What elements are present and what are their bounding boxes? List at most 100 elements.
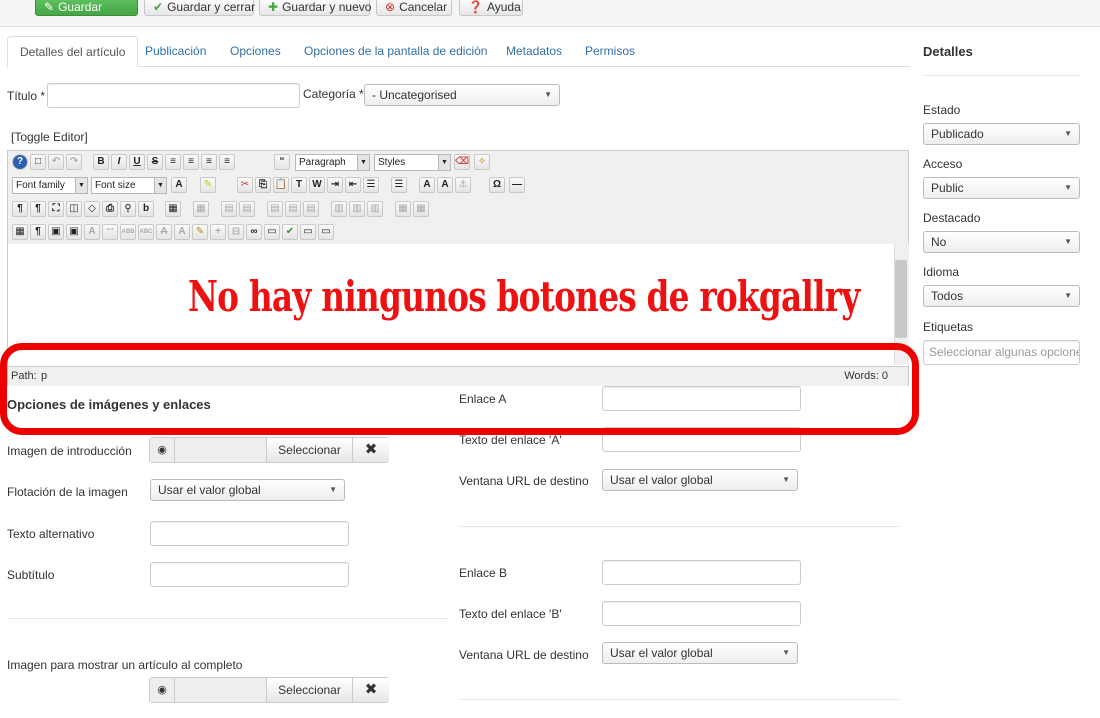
access-select[interactable]: Public ▼ (923, 177, 1080, 199)
paste-icon[interactable]: 📋 (273, 177, 289, 193)
full-image-clear-button[interactable]: ✖ (352, 678, 389, 702)
search-icon[interactable]: ⚲ (120, 201, 136, 217)
image-icon[interactable]: ▭ (264, 224, 280, 240)
row-delete-icon[interactable]: ▤ (303, 201, 319, 217)
tab-publishing[interactable]: Publicación (145, 36, 206, 66)
tab-metadata[interactable]: Metadatos (506, 36, 562, 66)
link-icon[interactable]: ∞ (246, 224, 262, 240)
col-after-icon[interactable]: ▥ (349, 201, 365, 217)
cite-icon[interactable]: “” (102, 224, 118, 240)
highlight-icon[interactable]: ✎ (200, 177, 216, 193)
category-select[interactable]: - Uncategorised ▼ (364, 84, 560, 106)
fullscreen-icon[interactable]: ⛶ (48, 201, 64, 217)
layer-icon[interactable]: ▣ (66, 224, 82, 240)
table-icon[interactable]: ▦ (165, 201, 181, 217)
media-icon[interactable]: ▭ (300, 224, 316, 240)
align-right-icon[interactable]: ≡ (201, 154, 217, 170)
subscript-icon[interactable]: A (419, 177, 435, 193)
table-delete-icon[interactable]: ▦ (193, 201, 209, 217)
superscript-icon[interactable]: A (437, 177, 453, 193)
show-blocks-icon[interactable]: ¶ (30, 224, 46, 240)
state-select[interactable]: Publicado ▼ (923, 123, 1080, 145)
tab-permissions[interactable]: Permisos (585, 36, 635, 66)
split-cells-icon[interactable]: ▦ (395, 201, 411, 217)
tab-article-details[interactable]: Detalles del artículo (7, 36, 139, 67)
tab-options[interactable]: Opciones (230, 36, 281, 66)
replace-icon[interactable]: b (138, 201, 154, 217)
readmore-icon[interactable]: ▭ (318, 224, 334, 240)
paste-text-icon[interactable]: T (291, 177, 307, 193)
link-a-target-select[interactable]: Usar el valor global ▼ (602, 469, 798, 491)
font-family-select[interactable]: Font family ▼ (12, 177, 88, 194)
acronym-icon[interactable]: ABC (138, 224, 154, 240)
toggle-editor-link[interactable]: [Toggle Editor] (11, 130, 88, 144)
alt-text-input[interactable] (150, 521, 349, 546)
format-select[interactable]: Paragraph ▼ (295, 154, 370, 171)
save-close-button[interactable]: ✔ Guardar y cerrar (144, 0, 255, 16)
visual-aid-icon[interactable]: ▦ (12, 224, 28, 240)
row-after-icon[interactable]: ▤ (285, 201, 301, 217)
intro-image-select-button[interactable]: Seleccionar (266, 438, 352, 462)
paste-word-icon[interactable]: W (309, 177, 325, 193)
table-row-props-icon[interactable]: ▤ (221, 201, 237, 217)
col-delete-icon[interactable]: ▥ (367, 201, 383, 217)
anchor-icon[interactable]: ⚓ (455, 177, 471, 193)
tab-edit-screen-options[interactable]: Opciones de la pantalla de edición (304, 36, 487, 66)
caption-input[interactable] (150, 562, 349, 587)
undo-icon[interactable]: ↶ (48, 154, 64, 170)
copy-icon[interactable]: ⎘ (255, 177, 271, 193)
source-code-icon[interactable]: ◇ (84, 201, 100, 217)
template-icon[interactable]: ▣ (48, 224, 64, 240)
styles-select[interactable]: Styles ▼ (374, 154, 451, 171)
bold-icon[interactable]: B (93, 154, 109, 170)
float-select[interactable]: Usar el valor global ▼ (150, 479, 345, 501)
title-input[interactable] (47, 83, 300, 108)
intro-image-clear-button[interactable]: ✖ (352, 438, 389, 462)
link-b-text-input[interactable] (602, 601, 801, 626)
italic-icon[interactable]: I (111, 154, 127, 170)
row-before-icon[interactable]: ▤ (267, 201, 283, 217)
eye-icon[interactable]: ◉ (150, 438, 175, 462)
font-size-select[interactable]: Font size ▼ (91, 177, 167, 194)
align-justify-icon[interactable]: ≡ (219, 154, 235, 170)
full-image-select-button[interactable]: Seleccionar (266, 678, 352, 702)
preview-icon[interactable]: ◫ (66, 201, 82, 217)
editor-scroll-thumb[interactable] (895, 260, 907, 338)
numbered-list-icon[interactable]: ☰ (363, 177, 379, 193)
merge-cells-icon[interactable]: ▦ (413, 201, 429, 217)
featured-select[interactable]: No ▼ (923, 231, 1080, 253)
print-icon[interactable]: ⎙ (102, 201, 118, 217)
nonbreaking-icon[interactable]: + (210, 224, 226, 240)
horizontal-rule-icon[interactable]: — (509, 177, 525, 193)
rtl-icon[interactable]: ¶ (30, 201, 46, 217)
blockquote-icon[interactable]: “ (274, 154, 290, 170)
ltr-icon[interactable]: ¶ (12, 201, 28, 217)
align-left-icon[interactable]: ≡ (165, 154, 181, 170)
delete-text-icon[interactable]: A (156, 224, 172, 240)
tags-input[interactable]: Seleccionar algunas opciones (923, 340, 1080, 365)
underline-icon[interactable]: U (129, 154, 145, 170)
spellcheck-icon[interactable]: ✔ (282, 224, 298, 240)
cleanup-icon[interactable]: ✧ (474, 154, 490, 170)
eye-icon[interactable]: ◉ (150, 678, 175, 702)
indent-icon[interactable]: ⇥ (327, 177, 343, 193)
col-before-icon[interactable]: ▥ (331, 201, 347, 217)
style-props-icon[interactable]: A (84, 224, 100, 240)
strikethrough-icon[interactable]: S (147, 154, 163, 170)
abbr-icon[interactable]: ABB (120, 224, 136, 240)
text-color-icon[interactable]: A (171, 177, 187, 193)
link-b-target-select[interactable]: Usar el valor global ▼ (602, 642, 798, 664)
table-cell-props-icon[interactable]: ▤ (239, 201, 255, 217)
new-document-icon[interactable]: □ (30, 154, 46, 170)
eraser-icon[interactable]: ⌫ (454, 154, 470, 170)
save-button[interactable]: ✎ Guardar (35, 0, 138, 16)
language-select[interactable]: Todos ▼ (923, 285, 1080, 307)
help-button[interactable]: ❓ Ayuda (459, 0, 523, 16)
align-center-icon[interactable]: ≡ (183, 154, 199, 170)
save-new-button[interactable]: ✚ Guardar y nuevo (259, 0, 371, 16)
cut-icon[interactable]: ✂ (237, 177, 253, 193)
attributes-icon[interactable]: ✎ (192, 224, 208, 240)
editor-help-icon[interactable]: ? (12, 154, 28, 170)
redo-icon[interactable]: ↷ (66, 154, 82, 170)
bullet-list-icon[interactable]: ☰ (391, 177, 407, 193)
